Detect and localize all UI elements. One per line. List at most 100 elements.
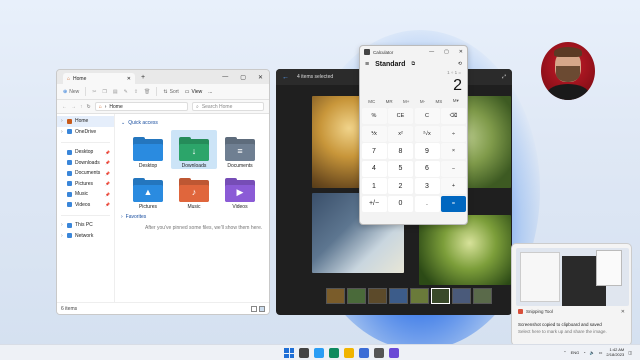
expand-icon[interactable]: ⤢ [502, 74, 506, 80]
start-icon[interactable] [284, 348, 294, 358]
quick-access-videos[interactable]: ▶ Videos [217, 171, 263, 210]
calc-key[interactable]: 8 [388, 143, 413, 159]
calc-key[interactable]: ⌫ [441, 108, 466, 124]
calc-key[interactable]: 5 [388, 160, 413, 177]
menu-icon[interactable]: ≡ [365, 61, 369, 68]
address-bar[interactable]: ⌂ › Home [94, 102, 188, 111]
keep-on-top-icon[interactable]: ⧉ [411, 61, 415, 67]
quick-access-music[interactable]: ♪ Music [171, 171, 217, 210]
sidebar-item-downloads[interactable]: Downloads 📌 [57, 158, 114, 169]
battery-icon[interactable]: ▭ [599, 350, 603, 355]
calc-key[interactable]: C [414, 108, 440, 124]
filmstrip-thumbnail[interactable] [347, 288, 366, 304]
clock[interactable]: 1:42 AM 2/18/2023 [606, 347, 624, 357]
memory-button[interactable]: MC [368, 99, 375, 104]
calc-key[interactable]: +/− [361, 195, 387, 212]
chevron-right-icon[interactable]: › [61, 129, 64, 135]
view-button[interactable]: ▭ View [185, 89, 202, 95]
wifi-icon[interactable]: ◔ [583, 350, 585, 355]
memory-button[interactable]: M- [420, 99, 425, 104]
memory-button[interactable]: MS [436, 99, 443, 104]
sidebar-item-this-pc[interactable]: › This PC [57, 220, 114, 231]
calc-key[interactable]: ²√x [414, 125, 440, 142]
memory-button[interactable]: M▾ [453, 98, 459, 104]
sidebar-item-home[interactable]: › Home [57, 116, 114, 127]
sidebar-item-videos[interactable]: Videos 📌 [57, 200, 114, 211]
taskbar-app-icon[interactable] [389, 348, 399, 358]
taskbar-app-icon[interactable] [299, 348, 309, 358]
copy-icon[interactable]: ❐ [102, 89, 106, 95]
language-indicator[interactable]: ENG [571, 350, 580, 355]
rename-icon[interactable]: ✎ [124, 89, 128, 95]
taskbar-app-icon[interactable] [344, 348, 354, 358]
close-icon[interactable]: ✕ [258, 74, 263, 81]
taskbar-app-icon[interactable] [374, 348, 384, 358]
new-tab-button[interactable]: + [141, 74, 145, 81]
sort-button[interactable]: ⇅ Sort [163, 89, 178, 95]
calc-key[interactable]: % [361, 108, 387, 124]
calc-key[interactable]: . [414, 195, 440, 212]
sidebar-item-documents[interactable]: Documents 📌 [57, 168, 114, 179]
more-options-button[interactable]: ... [208, 89, 212, 95]
favorites-header[interactable]: › Favorites [121, 212, 263, 221]
close-icon[interactable]: ✕ [621, 309, 625, 315]
filmstrip-thumbnail[interactable] [326, 288, 345, 304]
tab-close-icon[interactable]: ✕ [127, 76, 131, 82]
minimize-icon[interactable]: — [429, 49, 434, 55]
screenshot-thumbnail[interactable] [516, 248, 629, 306]
taskbar-app-icon[interactable] [329, 348, 339, 358]
history-icon[interactable]: ⟲ [458, 61, 462, 67]
refresh-icon[interactable]: ↻ [87, 104, 91, 110]
delete-icon[interactable]: 🗑 [144, 89, 150, 95]
quick-access-header[interactable]: ⌄ Quick access [121, 118, 263, 127]
paste-icon[interactable]: ▤ [113, 89, 118, 95]
volume-icon[interactable]: 🔈 [590, 350, 595, 355]
sidebar-item-music[interactable]: Music 📌 [57, 189, 114, 200]
back-icon[interactable]: ← [62, 104, 67, 110]
calc-key[interactable]: ⅟x [361, 125, 387, 142]
sidebar-item-network[interactable]: › Network [57, 231, 114, 242]
filmstrip-thumbnail[interactable] [452, 288, 471, 304]
chevron-right-icon[interactable]: › [61, 233, 64, 239]
calc-key[interactable]: 0 [388, 195, 413, 212]
quick-access-desktop[interactable]: Desktop [125, 130, 171, 169]
calc-key[interactable]: 4 [361, 160, 387, 177]
snipping-notification[interactable]: Snipping Tool ✕ Screenshot copied to cli… [511, 243, 632, 346]
filmstrip-thumbnail[interactable] [389, 288, 408, 304]
calc-key[interactable]: x² [388, 125, 413, 142]
calc-key[interactable]: ÷ [441, 125, 466, 142]
filmstrip-thumbnail[interactable] [368, 288, 387, 304]
notifications-icon[interactable]: ◫ [628, 350, 632, 355]
calc-key[interactable]: 3 [414, 178, 440, 194]
search-input[interactable]: ⌕ Search Home [192, 102, 264, 111]
calc-key[interactable]: 1 [361, 178, 387, 194]
tiles-view-icon[interactable] [259, 305, 265, 312]
new-button[interactable]: ⊕ New [63, 89, 79, 95]
filmstrip-thumbnail[interactable] [473, 288, 492, 304]
quick-access-documents[interactable]: ≡ Documents [217, 130, 263, 169]
photo-fern[interactable] [419, 215, 511, 285]
explorer-tab[interactable]: ⌂ Home ✕ [63, 73, 135, 84]
filmstrip-thumbnail[interactable] [431, 288, 450, 304]
filmstrip-thumbnail[interactable] [410, 288, 429, 304]
calc-key[interactable]: × [441, 143, 466, 159]
calc-key[interactable]: CE [388, 108, 413, 124]
calc-key[interactable]: 6 [414, 160, 440, 177]
chevron-right-icon[interactable]: › [61, 118, 64, 124]
memory-button[interactable]: M+ [403, 99, 409, 104]
sidebar-item-desktop[interactable]: Desktop 📌 [57, 147, 114, 158]
chevron-right-icon[interactable]: › [61, 222, 64, 228]
chevron-up-icon[interactable]: ⌃ [563, 350, 566, 355]
calc-key[interactable]: − [441, 160, 466, 177]
maximize-icon[interactable]: ▢ [240, 74, 246, 81]
share-icon[interactable]: ⇪ [134, 89, 138, 95]
quick-access-pictures[interactable]: ▲ Pictures [125, 171, 171, 210]
maximize-icon[interactable]: ▢ [444, 49, 449, 55]
calc-key[interactable]: = [441, 195, 466, 212]
taskbar-app-icon[interactable] [314, 348, 324, 358]
memory-button[interactable]: MR [386, 99, 393, 104]
up-icon[interactable]: ↑ [80, 104, 83, 110]
calc-key[interactable]: 9 [414, 143, 440, 159]
back-icon[interactable]: ← [282, 74, 289, 81]
sidebar-item-pictures[interactable]: Pictures 📌 [57, 179, 114, 190]
